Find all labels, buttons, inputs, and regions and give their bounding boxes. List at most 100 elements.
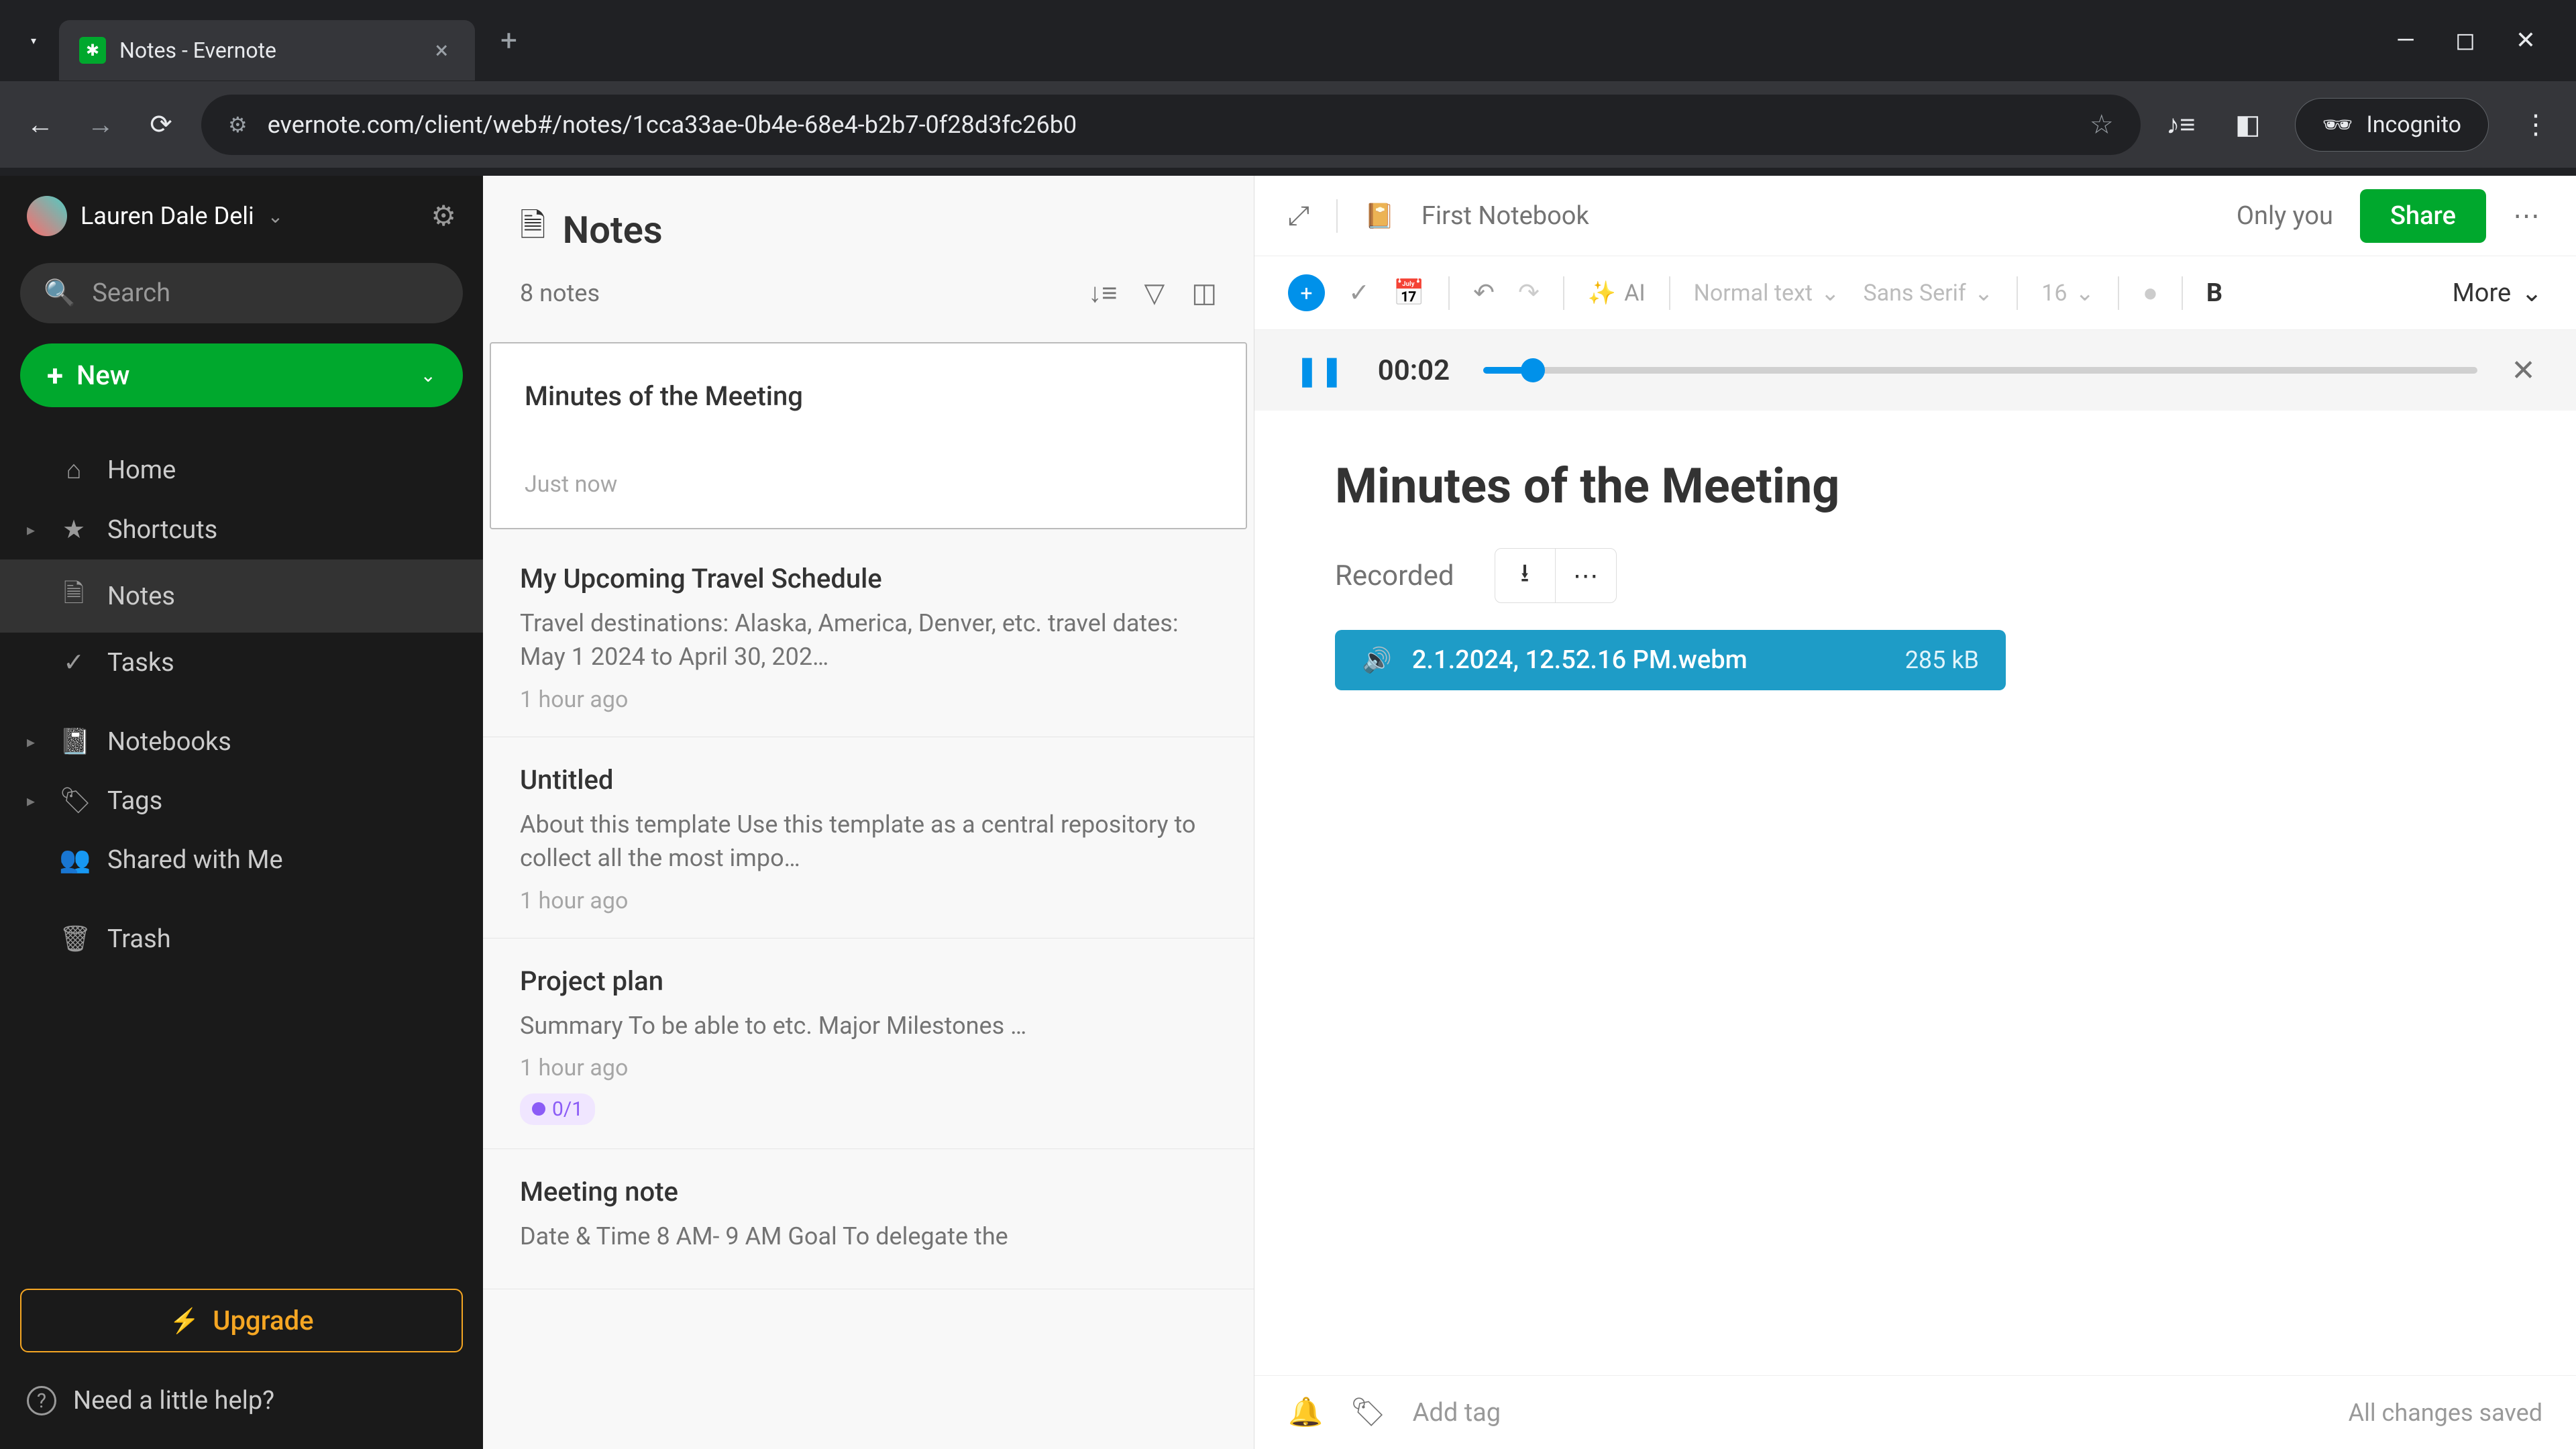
sidebar-item-shared-with-me[interactable]: 👥 Shared with Me — [0, 830, 483, 890]
task-icon[interactable]: ✓ — [1348, 278, 1370, 308]
sidebar-item-tags[interactable]: ▸🏷Tags — [0, 771, 483, 830]
share-button[interactable]: Share — [2360, 189, 2486, 243]
pause-icon[interactable]: ❚❚ — [1295, 353, 1344, 388]
username[interactable]: Lauren Dale Deli — [80, 202, 254, 230]
avatar[interactable] — [27, 196, 67, 236]
nav-label: Shared with Me — [107, 845, 283, 875]
font-select[interactable]: Sans Serif⌄ — [1863, 280, 1993, 307]
browser-menu-icon[interactable]: ⋮ — [2516, 105, 2556, 145]
back-button[interactable]: ← — [20, 105, 60, 145]
expand-icon[interactable]: ▸ — [27, 792, 40, 810]
new-label: New — [76, 360, 130, 391]
audio-thumb[interactable] — [1521, 358, 1545, 382]
media-icon[interactable]: ♪≡ — [2161, 105, 2201, 145]
speaker-icon: 🔊 — [1362, 646, 1392, 674]
expand-icon[interactable]: ▸ — [27, 521, 40, 539]
tab-dropdown[interactable]: ▾ — [13, 20, 54, 60]
ai-button[interactable]: ✨ AI — [1588, 280, 1646, 307]
size-select[interactable]: 16⌄ — [2041, 280, 2094, 307]
search-icon: 🔍 — [44, 278, 75, 308]
note-card[interactable]: Meeting noteDate & Time 8 AM- 9 AM Goal … — [483, 1149, 1254, 1289]
nav-label: Home — [107, 455, 176, 485]
calendar-icon[interactable]: 📅 — [1393, 278, 1425, 308]
undo-icon[interactable]: ↶ — [1473, 278, 1495, 308]
upgrade-button[interactable]: ⚡ Upgrade — [20, 1289, 463, 1352]
close-window-icon[interactable]: ✕ — [2516, 26, 2536, 54]
filter-icon[interactable]: ▽ — [1144, 277, 1165, 309]
notebook-name[interactable]: First Notebook — [1421, 201, 1589, 231]
toolbar-more[interactable]: More ⌄ — [2453, 278, 2542, 308]
nav-icon: ★ — [59, 515, 89, 545]
share-status[interactable]: Only you — [2237, 201, 2333, 231]
expand-icon[interactable]: ⤢ — [1288, 200, 1309, 231]
download-icon[interactable]: ⭳ — [1495, 549, 1556, 602]
nav-icon: 👥 — [59, 845, 89, 875]
sidebar: Lauren Dale Deli ⌄ ⚙ 🔍 Search + New ⌄ ⌂H… — [0, 176, 483, 1449]
add-tag-input[interactable]: Add tag — [1413, 1398, 1501, 1428]
gear-icon[interactable]: ⚙ — [431, 199, 456, 233]
attachment-controls: ⭳ ⋯ — [1495, 548, 1617, 603]
note-title[interactable]: Minutes of the Meeting — [1335, 458, 2496, 515]
reload-button[interactable]: ⟳ — [141, 105, 181, 145]
chevron-down-icon[interactable]: ⌄ — [268, 205, 283, 227]
reminder-icon[interactable]: 🔔 — [1288, 1396, 1323, 1429]
sidepanel-icon[interactable]: ◧ — [2228, 105, 2268, 145]
list-title: Notes — [563, 208, 663, 252]
audio-seekbar[interactable] — [1483, 367, 2477, 374]
note-card[interactable]: My Upcoming Travel ScheduleTravel destin… — [483, 536, 1254, 737]
close-tab-icon[interactable]: × — [435, 36, 448, 64]
recorded-label: Recorded — [1335, 559, 1454, 592]
bookmark-icon[interactable]: ☆ — [2090, 109, 2114, 140]
nav-icon: 🏷 — [59, 786, 89, 816]
forward-button[interactable]: → — [80, 105, 121, 145]
chevron-down-icon: ⌄ — [1821, 280, 1840, 307]
audio-file-chip[interactable]: 🔊 2.1.2024, 12.52.16 PM.webm 285 kB — [1335, 630, 2006, 690]
note-card[interactable]: Minutes of the MeetingJust now — [490, 342, 1247, 529]
notebook-icon: 📔 — [1364, 202, 1395, 230]
sidebar-item-tasks[interactable]: ✓Tasks — [0, 633, 483, 692]
divider — [1669, 276, 1670, 310]
view-icon[interactable]: ◫ — [1191, 277, 1217, 309]
note-card[interactable]: Project planSummary To be able to etc. M… — [483, 938, 1254, 1149]
audio-time: 00:02 — [1378, 354, 1450, 387]
nav-label: Trash — [107, 924, 171, 954]
redo-icon[interactable]: ↷ — [1518, 278, 1540, 308]
sidebar-item-notes[interactable]: 🗎Notes — [0, 559, 483, 633]
evernote-favicon: ✱ — [79, 37, 106, 64]
sort-icon[interactable]: ↓≡ — [1088, 277, 1117, 309]
new-button[interactable]: + New ⌄ — [20, 343, 463, 407]
tag-add-icon[interactable]: 🏷 — [1350, 1396, 1385, 1429]
new-tab-button[interactable]: + — [500, 23, 517, 58]
style-select[interactable]: Normal text⌄ — [1694, 280, 1840, 307]
sidebar-item-shortcuts[interactable]: ▸★Shortcuts — [0, 500, 483, 559]
more-icon[interactable]: ⋯ — [1556, 549, 1616, 602]
help-button[interactable]: ? Need a little help? — [20, 1373, 463, 1429]
minimize-icon[interactable]: — — [2396, 26, 2415, 54]
note-card-title: Minutes of the Meeting — [525, 380, 1212, 412]
chevron-down-icon[interactable]: ⌄ — [421, 364, 436, 386]
note-card[interactable]: UntitledAbout this template Use this tem… — [483, 737, 1254, 938]
browser-tab[interactable]: ✱ Notes - Evernote × — [59, 20, 475, 80]
sidebar-item-notebooks[interactable]: ▸📓Notebooks — [0, 712, 483, 771]
ai-label: AI — [1624, 280, 1645, 307]
note-card-title: Meeting note — [520, 1176, 1217, 1208]
insert-button[interactable]: + — [1288, 274, 1325, 311]
more-menu-icon[interactable]: ⋯ — [2513, 200, 2542, 231]
expand-icon[interactable]: ▸ — [27, 733, 40, 751]
bold-icon[interactable]: B — [2206, 278, 2222, 308]
close-audio-icon[interactable]: ✕ — [2511, 353, 2536, 388]
color-icon[interactable]: ● — [2143, 278, 2158, 308]
site-info-icon[interactable]: ⚙ — [228, 112, 248, 138]
nav-icon: 📓 — [59, 727, 89, 757]
search-input[interactable]: 🔍 Search — [20, 263, 463, 323]
divider — [2017, 276, 2018, 310]
incognito-badge[interactable]: 🕶 Incognito — [2295, 98, 2489, 152]
editor-body[interactable]: Minutes of the Meeting Recorded ⭳ ⋯ 🔊 2.… — [1254, 411, 2576, 1375]
sidebar-item-trash[interactable]: 🗑Trash — [0, 910, 483, 969]
address-bar[interactable]: ⚙ evernote.com/client/web#/notes/1cca33a… — [201, 95, 2141, 155]
url-text: evernote.com/client/web#/notes/1cca33ae-… — [268, 111, 2070, 139]
nav-icon: ✓ — [59, 647, 89, 678]
audio-player: ❚❚ 00:02 ✕ — [1254, 330, 2576, 411]
maximize-icon[interactable]: ◻ — [2455, 26, 2475, 54]
sidebar-item-home[interactable]: ⌂Home — [0, 441, 483, 500]
